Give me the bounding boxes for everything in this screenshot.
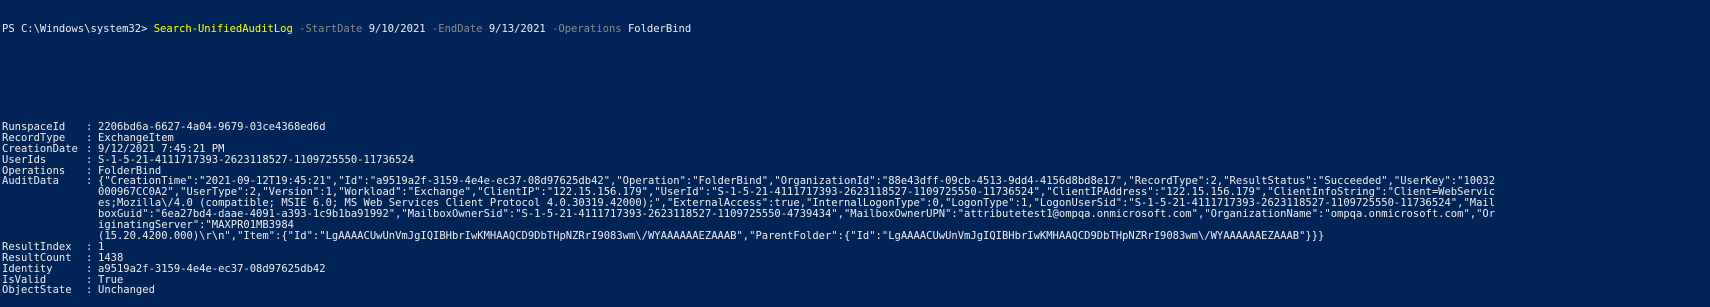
- param-operations: -Operations: [552, 22, 622, 35]
- property-value-line: True: [98, 273, 124, 286]
- property-row-auditdata: AuditData: {"CreationTime":"2021-09-12T19…: [2, 176, 1702, 241]
- command-line: PS C:\Windows\system32> Search-UnifiedAu…: [2, 22, 1702, 35]
- property-value-line: a9519a2f-3159-4e4e-ec37-08d97625db42: [98, 262, 326, 275]
- property-separator: :: [86, 273, 93, 286]
- property-value: True: [98, 273, 124, 286]
- property-separator: :: [86, 153, 93, 166]
- property-value: 9/12/2021 7:45:21 PM: [98, 142, 225, 155]
- property-name: ResultCount: [2, 251, 72, 264]
- property-row-recordtype: RecordType: ExchangeItem: [2, 132, 1702, 144]
- property-separator: :: [86, 142, 93, 155]
- property-value: {"CreationTime":"2021-09-12T19:45:21","I…: [98, 176, 1495, 241]
- property-name: IsValid: [2, 273, 47, 286]
- property-row-resultindex: ResultIndex:1: [2, 241, 1702, 253]
- cmdlet-name: Search-UnifiedAuditLog: [153, 22, 293, 35]
- property-name: ObjectState: [2, 284, 72, 297]
- property-separator: :: [86, 175, 93, 188]
- property-separator: :: [86, 262, 93, 275]
- param-startdate-value: 9/10/2021: [368, 22, 426, 35]
- property-value-line: (15.20.4200.000)\r\n","Item":{"Id":"LgAA…: [98, 229, 1325, 242]
- property-name: Identity: [2, 262, 53, 275]
- property-value-line: 1438: [98, 251, 124, 264]
- property-separator: :: [86, 284, 93, 297]
- result-properties: RunspaceId:2206bd6a-6627-4a04-9679-03ce4…: [2, 122, 1702, 296]
- property-name: CreationDate: [2, 142, 78, 155]
- param-operations-value: FolderBind: [627, 22, 692, 35]
- property-value-line: Unchanged: [98, 284, 155, 297]
- property-value: a9519a2f-3159-4e4e-ec37-08d97625db42: [98, 262, 326, 275]
- property-row-resultcount: ResultCount:1438: [2, 251, 1702, 264]
- property-separator: :: [86, 251, 93, 264]
- property-value-line: boxGuid":"6ea27bd4-daae-4091-a393-1c9b1b…: [98, 208, 1496, 221]
- property-value: 1438: [98, 251, 124, 264]
- property-name: AuditData: [2, 175, 59, 188]
- property-row-identity: Identity: a9519a2f-3159-4e4e-ec37-08d9762…: [2, 262, 1702, 275]
- property-value-line: 9/12/2021 7:45:21 PM: [98, 142, 225, 155]
- param-enddate: -EndDate: [431, 22, 483, 35]
- param-startdate: -StartDate: [299, 22, 363, 35]
- prompt: PS C:\Windows\system32>: [2, 22, 148, 35]
- property-row-creationdate: CreationDate:9/12/2021 7:45:21 PM: [2, 142, 1702, 155]
- property-value: Unchanged: [98, 285, 155, 296]
- powershell-console[interactable]: PS C:\Windows\system32> Search-UnifiedAu…: [2, 2, 1702, 295]
- param-enddate-value: 9/13/2021: [488, 22, 546, 35]
- property-row-runspaceid: RunspaceId:2206bd6a-6627-4a04-9679-03ce4…: [2, 122, 1702, 133]
- property-value: S-1-5-21-4111717393-2623118527-110972555…: [98, 153, 415, 166]
- property-row-objectstate: ObjectState: Unchanged: [2, 285, 1702, 296]
- property-row-userids: UserIds: S-1-5-21-4111717393-2623118527-1…: [2, 153, 1702, 166]
- property-row-isvalid: IsValid: True: [2, 273, 1702, 286]
- property-value-line: S-1-5-21-4111717393-2623118527-110972555…: [98, 153, 415, 166]
- property-name: UserIds: [2, 153, 47, 166]
